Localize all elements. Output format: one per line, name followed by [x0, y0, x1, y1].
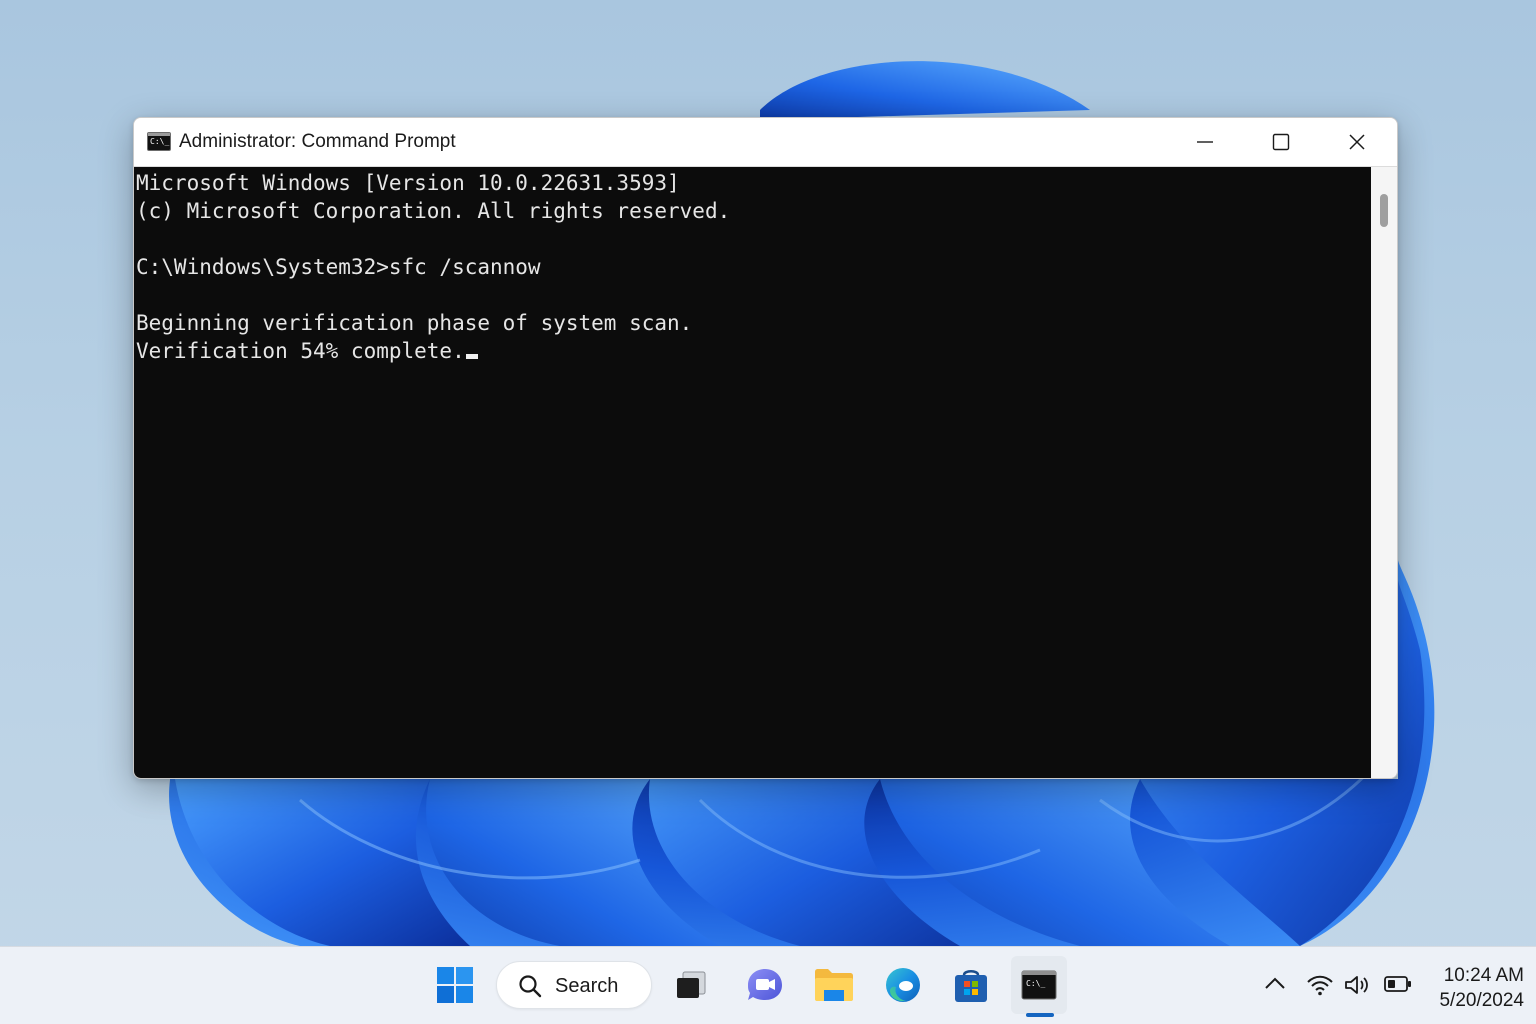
clock-date: 5/20/2024: [1439, 990, 1524, 1011]
battery-icon: [1384, 976, 1411, 992]
search-icon: [519, 975, 542, 998]
clock[interactable]: 10:24 AM 5/20/2024: [1420, 963, 1524, 1013]
console-line: Microsoft Windows [Version 10.0.22631.35…: [136, 171, 680, 195]
console-line: Beginning verification phase of system s…: [136, 311, 693, 335]
clock-time: 10:24 AM: [1443, 965, 1524, 986]
edge-button[interactable]: [875, 956, 931, 1014]
close-button[interactable]: [1319, 118, 1395, 166]
minimize-button[interactable]: [1167, 118, 1243, 166]
scrollbar-thumb[interactable]: [1380, 194, 1388, 227]
volume-button[interactable]: [1343, 973, 1371, 997]
taskbar: Search C:\_ 10:24 AM 5/20/2024: [0, 946, 1536, 1024]
show-hidden-icons-button[interactable]: [1264, 975, 1286, 991]
windows-logo-icon: [437, 967, 473, 1003]
search-label: Search: [555, 975, 619, 997]
task-view-icon: [677, 971, 706, 998]
command-prompt-window[interactable]: C:\_ Administrator: Command Prompt Micro…: [133, 117, 1398, 779]
chevron-up-icon: [1265, 977, 1285, 989]
vertical-scrollbar[interactable]: [1371, 167, 1397, 778]
command-prompt-icon: C:\_: [1021, 970, 1057, 1000]
network-button[interactable]: [1306, 973, 1334, 997]
svg-text:C:\_: C:\_: [1026, 979, 1045, 988]
maximize-button[interactable]: [1243, 118, 1319, 166]
teams-chat-icon: [748, 969, 782, 1000]
title-bar[interactable]: C:\_ Administrator: Command Prompt: [134, 118, 1397, 167]
command-prompt-icon: C:\_: [147, 132, 171, 151]
command-prompt-taskbar-button[interactable]: C:\_: [1011, 956, 1067, 1014]
console-text: Microsoft Windows [Version 10.0.22631.35…: [136, 169, 730, 365]
window-title: Administrator: Command Prompt: [179, 131, 456, 152]
battery-button[interactable]: [1383, 973, 1413, 995]
store-icon: [955, 970, 987, 1002]
file-explorer-icon: [815, 969, 853, 1001]
console-line: Verification 54% complete.: [136, 339, 465, 363]
wifi-icon: [1307, 975, 1333, 996]
text-cursor: [465, 354, 478, 359]
edge-icon: [886, 968, 920, 1002]
start-button[interactable]: [427, 956, 483, 1014]
volume-icon: [1345, 976, 1368, 994]
console-line: C:\Windows\System32>sfc /scannow: [136, 255, 541, 279]
store-button[interactable]: [943, 956, 999, 1014]
minimize-icon: [1197, 141, 1213, 143]
active-app-indicator: [1026, 1013, 1054, 1017]
console-output[interactable]: Microsoft Windows [Version 10.0.22631.35…: [134, 167, 1371, 778]
maximize-icon: [1272, 133, 1290, 151]
chat-button[interactable]: [737, 956, 793, 1014]
console-line: (c) Microsoft Corporation. All rights re…: [136, 199, 731, 223]
file-explorer-button[interactable]: [806, 956, 862, 1014]
task-view-button[interactable]: [663, 956, 719, 1014]
taskbar-search[interactable]: Search: [496, 961, 652, 1009]
close-icon: [1349, 134, 1365, 150]
